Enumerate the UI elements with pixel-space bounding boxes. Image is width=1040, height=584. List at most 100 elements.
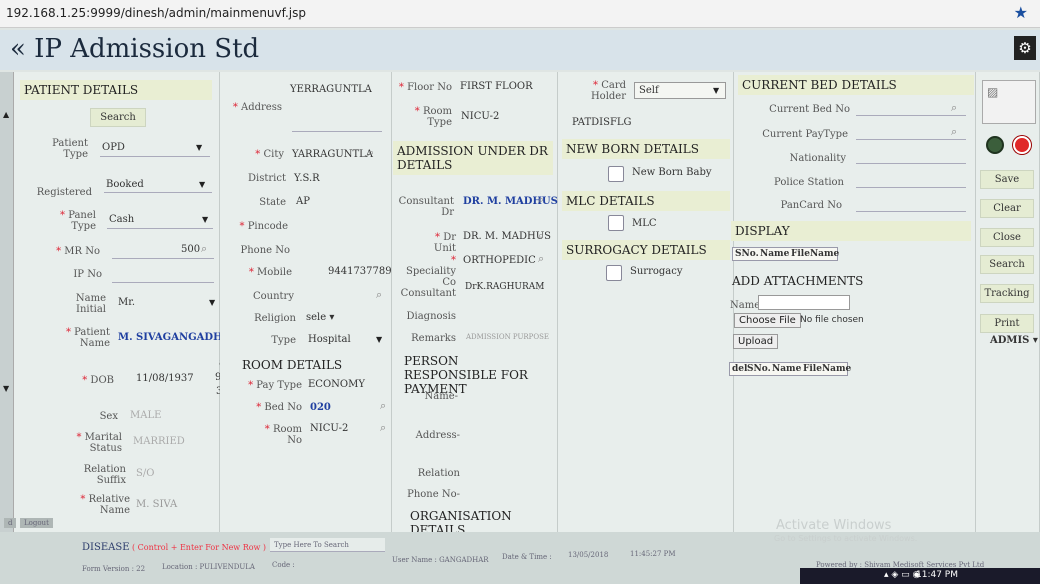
browser-address-bar[interactable]: 192.168.1.25:9999/dinesh/admin/mainmenuv…: [0, 0, 1040, 28]
search-icon[interactable]: ⌕: [376, 288, 382, 302]
choose-file-button[interactable]: Choose File: [734, 313, 801, 328]
patient-search-button[interactable]: Search: [90, 108, 146, 127]
patient-type-label: Patient Type: [52, 138, 88, 160]
attach-col-filename: FileName: [803, 364, 852, 374]
page-title: « IP Admission Std: [10, 34, 260, 64]
attachment-name-input[interactable]: [758, 295, 850, 310]
chevron-down-icon[interactable]: ▼: [196, 143, 202, 152]
pancard-input[interactable]: [856, 211, 966, 212]
search-button[interactable]: Search: [980, 255, 1034, 274]
clear-button[interactable]: Clear: [980, 199, 1034, 218]
search-icon[interactable]: ⌕: [368, 146, 374, 160]
chevron-down-icon[interactable]: ▼: [376, 335, 382, 344]
field-underline: [112, 258, 214, 259]
logout-button[interactable]: Logout: [20, 518, 53, 528]
chevron-down-icon[interactable]: ▼: [199, 180, 205, 189]
save-button[interactable]: Save: [980, 170, 1034, 189]
search-icon[interactable]: ⌕: [380, 399, 386, 413]
gear-icon[interactable]: ⚙: [1014, 36, 1036, 60]
code: Code :: [272, 561, 295, 569]
patient-name-label: * Patient Name: [65, 327, 110, 349]
clock[interactable]: 11:47 PM: [916, 570, 958, 580]
district-input[interactable]: Y.S.R: [294, 173, 320, 184]
remarks-input[interactable]: ADMISSION PURPOSE: [466, 333, 549, 341]
chevron-down-icon[interactable]: ▼: [202, 215, 208, 224]
scroll-down-icon[interactable]: ▼: [3, 384, 9, 393]
tracking-button[interactable]: Tracking: [980, 284, 1034, 303]
surrogacy-checkbox[interactable]: [606, 265, 622, 281]
current-bed-input[interactable]: [856, 115, 966, 116]
time-value: 11:45:27 PM: [630, 550, 676, 558]
patient-type-select[interactable]: OPD: [102, 142, 125, 153]
admis-select[interactable]: ADMIS ▾: [990, 335, 1038, 346]
nationality-input[interactable]: [856, 163, 966, 164]
payer-relation-label: Relation: [417, 468, 460, 479]
record-icon[interactable]: [1013, 136, 1031, 154]
coconsultant-input[interactable]: DrK.RAGHURAM: [465, 282, 545, 292]
logout-link[interactable]: d: [4, 518, 17, 528]
sex-select[interactable]: MALE: [130, 410, 161, 421]
registered-select[interactable]: Booked: [106, 179, 144, 190]
broken-image-icon: ▨: [987, 85, 999, 99]
relative-name-input[interactable]: M. SIVA: [136, 499, 177, 510]
ipno-label: IP No: [73, 269, 102, 280]
name-initial-select[interactable]: Mr.: [118, 297, 135, 308]
search-icon[interactable]: ⌕: [538, 252, 544, 266]
search-icon[interactable]: ⌕: [201, 242, 207, 256]
dob-input[interactable]: 11/08/1937: [136, 373, 194, 384]
patdisflg-label: PATDISFLG: [572, 117, 632, 128]
display-col-filename: FileName: [791, 249, 840, 259]
floor-input[interactable]: FIRST FLOOR: [460, 81, 533, 92]
address-textarea[interactable]: [292, 131, 382, 132]
display-col-name: Name: [760, 249, 790, 259]
scroll-up-icon[interactable]: ▲: [3, 110, 9, 119]
print-button[interactable]: Print: [980, 314, 1034, 333]
close-button[interactable]: Close: [980, 228, 1034, 247]
marital-select[interactable]: MARRIED: [133, 436, 185, 447]
search-icon[interactable]: ⌕: [538, 229, 544, 243]
new-born-checkbox[interactable]: [608, 166, 624, 182]
user-name: User Name : GANGADHAR: [392, 556, 489, 564]
roomno-input[interactable]: NICU-2: [310, 423, 348, 434]
type-select[interactable]: Hospital: [308, 334, 351, 345]
relation-suffix-select[interactable]: S/O: [136, 468, 154, 479]
left-scroll-strip[interactable]: ▲ ▼: [0, 72, 14, 532]
type-label: Type: [271, 335, 296, 346]
roomtype-input[interactable]: NICU-2: [461, 111, 499, 122]
tray-icons[interactable]: ▴ ◈ ▭ ◉: [884, 570, 920, 580]
diagnosis-label: Diagnosis: [406, 311, 456, 322]
district-label: District: [248, 173, 286, 184]
chevron-down-icon[interactable]: ▼: [209, 298, 215, 307]
search-icon[interactable]: ⌕: [951, 101, 957, 115]
speciality-input[interactable]: ORTHOPEDIC: [463, 255, 536, 266]
panel-type-label: * Panel Type: [60, 210, 96, 232]
upload-button[interactable]: Upload: [733, 334, 779, 349]
ipno-input[interactable]: [112, 282, 214, 283]
mobile-input[interactable]: 9441737789: [328, 266, 392, 277]
bedno-input[interactable]: 020: [310, 402, 331, 413]
bookmark-star-icon[interactable]: ★: [1014, 3, 1028, 22]
mrno-input[interactable]: 500: [181, 244, 200, 255]
disease-search-input[interactable]: Type Here To Search: [270, 538, 385, 552]
no-file-chosen: No file chosen: [800, 315, 864, 325]
search-icon[interactable]: ⌕: [951, 125, 957, 139]
form-version: Form Version : 22: [82, 565, 146, 573]
state-label: State: [259, 197, 286, 208]
religion-select[interactable]: sele ▾: [306, 312, 334, 323]
camera-icon[interactable]: [986, 136, 1004, 154]
card-holder-select[interactable]: Self ▼: [634, 82, 726, 99]
mlc-checkbox[interactable]: [608, 215, 624, 231]
patient-photo[interactable]: ▨: [982, 80, 1036, 124]
search-icon[interactable]: ⌕: [538, 193, 544, 207]
url-text[interactable]: 192.168.1.25:9999/dinesh/admin/mainmenuv…: [6, 6, 306, 20]
city-input[interactable]: YARRAGUNTLA: [292, 149, 373, 160]
search-icon[interactable]: ⌕: [380, 421, 386, 435]
current-paytype-input[interactable]: [856, 139, 966, 140]
search-icon[interactable]: ⌕: [538, 280, 544, 294]
field-underline: [100, 156, 210, 157]
police-station-input[interactable]: [856, 187, 966, 188]
date-time-label: Date & Time :: [502, 553, 552, 561]
state-input[interactable]: AP: [296, 196, 310, 207]
panel-type-select[interactable]: Cash: [109, 214, 134, 225]
paytype-input[interactable]: ECONOMY: [308, 379, 365, 390]
